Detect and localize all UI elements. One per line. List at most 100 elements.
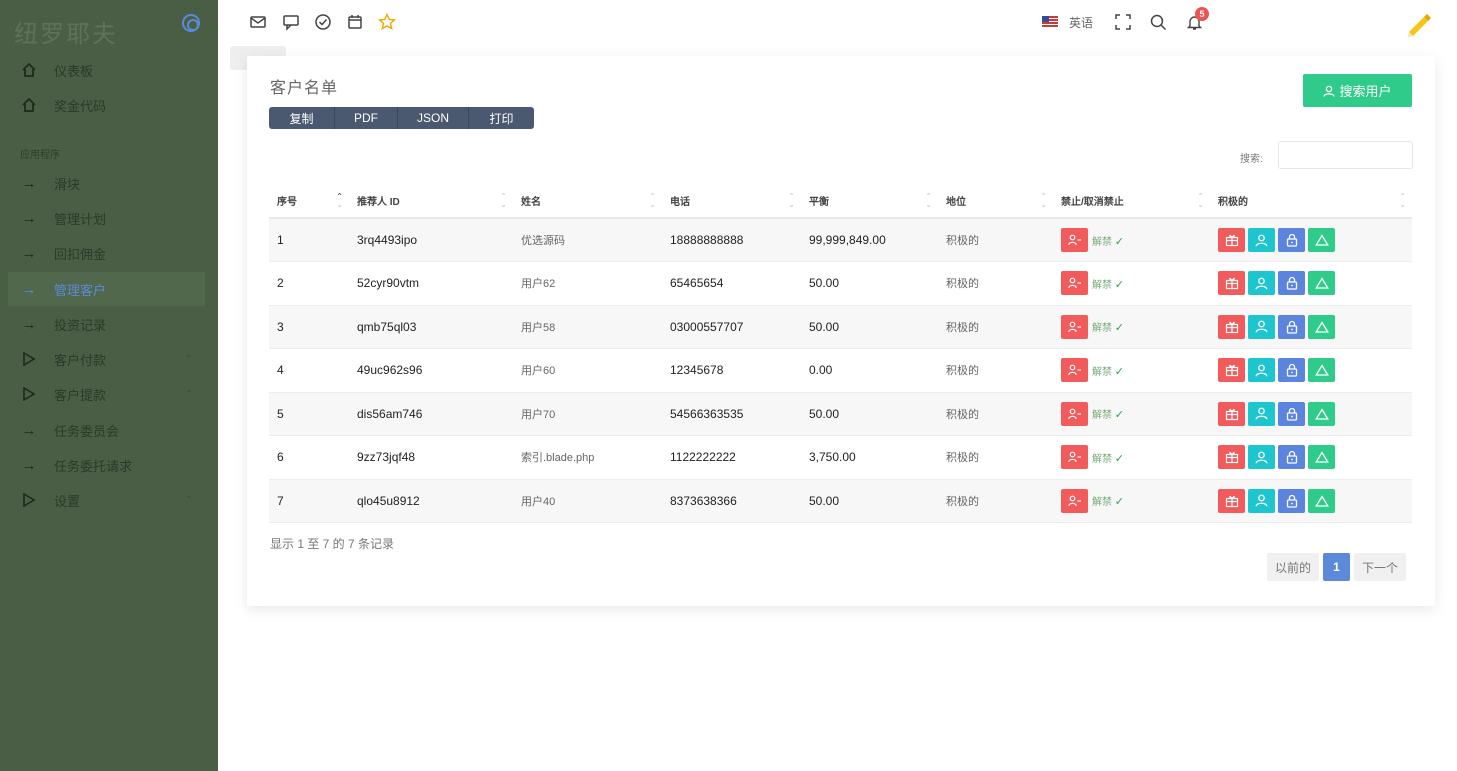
fullscreen-icon[interactable] xyxy=(1113,12,1133,32)
user-profile-button[interactable] xyxy=(1248,488,1275,513)
sidebar-item-task-committee[interactable]: → 任务委员会 xyxy=(8,413,205,447)
home-icon xyxy=(20,96,38,114)
lock-button[interactable] xyxy=(1278,488,1305,513)
unban-label: 解禁 ✓ xyxy=(1092,279,1124,291)
user-profile-button[interactable] xyxy=(1248,445,1275,470)
triangle-button[interactable] xyxy=(1308,271,1335,296)
search-icon[interactable] xyxy=(1148,12,1168,32)
arrow-right-icon: → xyxy=(21,421,37,439)
lock-button[interactable] xyxy=(1278,358,1305,383)
lock-button[interactable] xyxy=(1278,271,1305,296)
search-user-button[interactable]: 搜索用户 xyxy=(1303,74,1412,107)
ban-user-button[interactable] xyxy=(1061,271,1088,296)
table-row: 7 qlo45u8912 用户40 8373638366 50.00 积极的 解… xyxy=(269,479,1412,523)
gift-button[interactable] xyxy=(1218,228,1245,252)
cell-no: 6 xyxy=(269,435,349,480)
lock-button[interactable] xyxy=(1278,314,1305,339)
column-header[interactable]: 平衡 ⌃ ⌄ xyxy=(801,184,938,219)
triangle-button[interactable] xyxy=(1308,401,1335,426)
cell-ref-id: 9zz73jqf48 xyxy=(349,435,513,480)
calendar-icon[interactable] xyxy=(345,12,365,32)
customizer-pencil-icon[interactable] xyxy=(1404,10,1434,40)
unban-text[interactable]: 解禁 xyxy=(1092,280,1112,291)
pagination-prev[interactable]: 以前的 xyxy=(1267,553,1320,581)
user-profile-button[interactable] xyxy=(1248,401,1275,426)
user-profile-button[interactable] xyxy=(1248,358,1275,383)
sidebar-item-investment-records[interactable]: → 投资记录 xyxy=(8,307,205,341)
play-icon xyxy=(20,491,38,509)
sidebar-item-rebate-commission[interactable]: → 回扣佣金 xyxy=(8,236,205,270)
user-profile-button[interactable] xyxy=(1248,228,1275,252)
unban-text[interactable]: 解禁 xyxy=(1092,323,1112,334)
sidebar-item-slider[interactable]: → 滑块 xyxy=(8,166,205,200)
star-icon[interactable] xyxy=(377,12,397,32)
triangle-button[interactable] xyxy=(1308,314,1335,339)
ban-user-button[interactable] xyxy=(1061,401,1088,426)
search-input[interactable] xyxy=(1278,141,1413,169)
column-header[interactable]: 地位 ⌃ ⌄ xyxy=(938,184,1053,219)
lock-button[interactable] xyxy=(1278,401,1305,426)
ban-user-button[interactable] xyxy=(1061,445,1088,470)
copy-button[interactable]: 复制 xyxy=(269,107,335,129)
cell-ref-id: 3rq4493ipo xyxy=(349,218,513,262)
lock-button[interactable] xyxy=(1278,445,1305,470)
sidebar-toggle-icon[interactable] xyxy=(182,14,200,32)
language-selector[interactable]: 英语 xyxy=(1069,14,1093,31)
sidebar-item-customer-payments[interactable]: 客户付款 ⌃ xyxy=(8,342,205,376)
chat-icon[interactable] xyxy=(281,12,301,32)
cell-name: 用户60 xyxy=(513,348,662,393)
cell-ban: 解禁 ✓ xyxy=(1053,392,1210,436)
user-profile-button[interactable] xyxy=(1248,314,1275,339)
unban-label: 解禁 ✓ xyxy=(1092,236,1124,248)
triangle-button[interactable] xyxy=(1308,228,1335,252)
sidebar-item-customer-withdrawals[interactable]: 客户提款 ⌃ xyxy=(8,377,205,411)
column-header[interactable]: 电话 ⌃ ⌄ xyxy=(662,184,801,219)
print-button[interactable]: 打印 xyxy=(469,107,534,129)
pagination-page-current[interactable]: 1 xyxy=(1323,553,1351,581)
cell-ban: 解禁 ✓ xyxy=(1053,305,1210,349)
sidebar-item-bonus-code[interactable]: 奖金代码 xyxy=(8,88,205,122)
sidebar-section-label: 应用程序 xyxy=(20,150,60,161)
unban-text[interactable]: 解禁 xyxy=(1092,237,1112,248)
sidebar-item-settings[interactable]: 设置 ⌃ xyxy=(8,483,205,517)
pdf-button[interactable]: PDF xyxy=(335,107,398,129)
column-header[interactable]: 推荐人 ID ⌃ ⌄ xyxy=(349,184,513,219)
check-circle-icon[interactable] xyxy=(313,12,333,32)
lock-button[interactable] xyxy=(1278,228,1305,252)
ban-user-button[interactable] xyxy=(1061,358,1088,383)
column-header[interactable]: 姓名 ⌃ ⌄ xyxy=(513,184,662,219)
sidebar-item-manage-customers[interactable]: → 管理客户 xyxy=(8,272,205,306)
sidebar-item-dashboard[interactable]: 仪表板 xyxy=(8,53,205,87)
ban-user-button[interactable] xyxy=(1061,228,1088,252)
gift-button[interactable] xyxy=(1218,488,1245,513)
us-flag-icon[interactable] xyxy=(1042,16,1058,27)
triangle-button[interactable] xyxy=(1308,488,1335,513)
gift-button[interactable] xyxy=(1218,314,1245,339)
gift-button[interactable] xyxy=(1218,358,1245,383)
ban-user-button[interactable] xyxy=(1061,488,1088,513)
unban-label: 解禁 ✓ xyxy=(1092,496,1124,508)
ban-user-button[interactable] xyxy=(1061,314,1088,339)
unban-text[interactable]: 解禁 xyxy=(1092,497,1112,508)
check-icon: ✓ xyxy=(1114,322,1124,335)
column-header[interactable]: 禁止/取消禁止 ⌃ ⌄ xyxy=(1053,184,1210,219)
gift-button[interactable] xyxy=(1218,271,1245,296)
triangle-button[interactable] xyxy=(1308,445,1335,470)
cell-status: 积极的 xyxy=(938,435,1053,480)
unban-text[interactable]: 解禁 xyxy=(1092,367,1112,378)
triangle-button[interactable] xyxy=(1308,358,1335,383)
gift-button[interactable] xyxy=(1218,401,1245,426)
mail-icon[interactable] xyxy=(248,12,268,32)
sidebar-item-task-commission-requests[interactable]: → 任务委托请求 xyxy=(8,448,205,482)
unban-text[interactable]: 解禁 xyxy=(1092,454,1112,465)
cell-ref-id: 49uc962s96 xyxy=(349,348,513,393)
unban-text[interactable]: 解禁 xyxy=(1092,410,1112,421)
user-profile-button[interactable] xyxy=(1248,271,1275,296)
gift-button[interactable] xyxy=(1218,445,1245,470)
brand-logo-text[interactable]: 纽罗耶夫 xyxy=(14,14,118,49)
pagination-next[interactable]: 下一个 xyxy=(1354,553,1407,581)
sidebar-item-manage-plans[interactable]: → 管理计划 xyxy=(8,201,205,235)
json-button[interactable]: JSON xyxy=(398,107,469,129)
column-header[interactable]: 积极的 ⌃ ⌄ xyxy=(1210,184,1412,219)
column-header[interactable]: 序号 ⌃ ⌄ xyxy=(269,184,349,219)
